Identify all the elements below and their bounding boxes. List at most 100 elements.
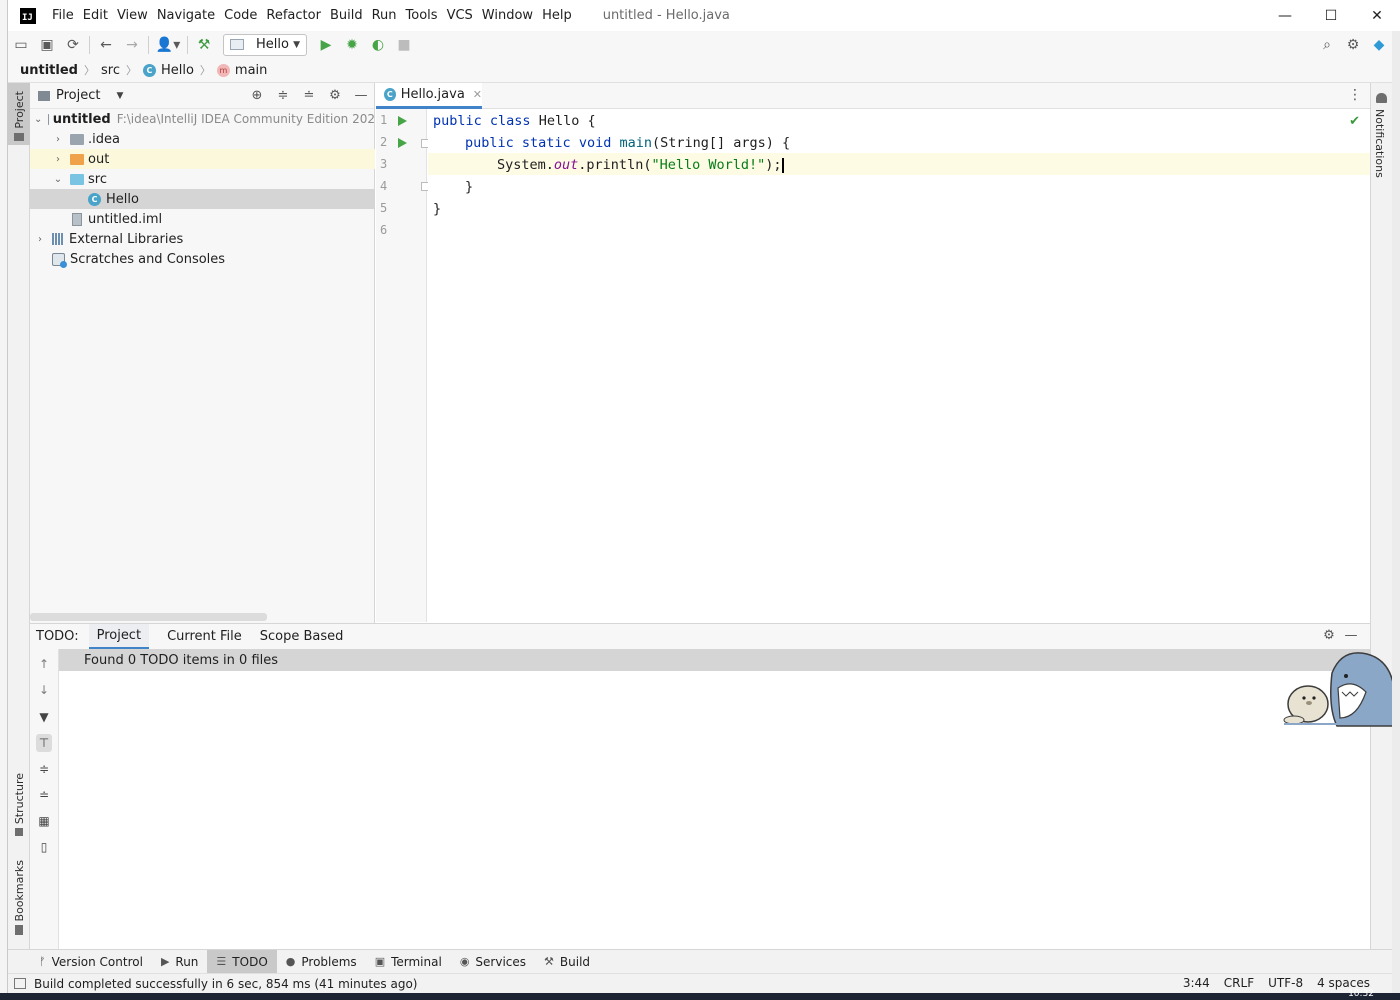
tool-tab-notifications[interactable]: Notifications — [1373, 109, 1386, 178]
layout-toggle-icon[interactable] — [14, 978, 26, 989]
locate-icon[interactable]: ⊕ — [244, 88, 270, 103]
indent-setting[interactable]: 4 spaces — [1317, 976, 1370, 990]
tool-tab-run[interactable]: ▶ Run — [152, 950, 207, 973]
run-gutter-icon[interactable] — [398, 138, 407, 148]
chevron-right-icon[interactable]: › — [34, 234, 46, 245]
expand-all-icon[interactable]: ≑ — [270, 88, 296, 103]
search-icon[interactable]: ⌕ — [1314, 32, 1340, 58]
tree-item-external-libraries[interactable]: › External Libraries — [30, 229, 375, 249]
back-icon[interactable]: ← — [93, 32, 119, 58]
menu-vcs[interactable]: VCS — [447, 8, 473, 23]
tree-item-root[interactable]: ⌄ untitled F:\idea\IntelliJ IDEA Communi… — [30, 109, 375, 129]
todo-tab-current-file[interactable]: Current File — [159, 624, 250, 650]
open-icon[interactable]: ▭ — [8, 32, 34, 58]
breadcrumb-project[interactable]: untitled — [20, 63, 78, 78]
tool-tab-version-control[interactable]: ᚠ Version Control — [30, 950, 152, 973]
menu-build[interactable]: Build — [330, 8, 363, 23]
maximize-button[interactable]: ☐ — [1308, 0, 1354, 31]
expand-all-icon[interactable]: ≑ — [36, 760, 52, 778]
arrow-down-icon[interactable]: ↓ — [36, 681, 52, 699]
chevron-right-icon: 〉 — [199, 64, 211, 77]
tree-item-out[interactable]: › out — [30, 149, 375, 169]
coverage-icon[interactable]: ◐ — [365, 32, 391, 58]
chevron-down-icon[interactable]: ⌄ — [34, 114, 42, 125]
tree-item-scratches[interactable]: Scratches and Consoles — [30, 249, 375, 269]
todo-result-row[interactable]: Found 0 TODO items in 0 files — [59, 649, 1370, 671]
todo-panel-title: TODO: — [36, 629, 79, 644]
menu-refactor[interactable]: Refactor — [266, 8, 321, 23]
tree-item-label: .idea — [88, 131, 120, 147]
intellij-logo-icon[interactable]: IJ — [20, 7, 36, 24]
tree-item-idea[interactable]: › .idea — [30, 129, 375, 149]
tool-tab-terminal[interactable]: ▣ Terminal — [366, 950, 451, 973]
todo-tab-scope-based[interactable]: Scope Based — [252, 624, 352, 650]
hide-icon[interactable]: — — [348, 88, 374, 103]
forward-icon[interactable]: → — [119, 32, 145, 58]
tool-tab-todo[interactable]: ☰ TODO — [207, 950, 277, 973]
menu-help[interactable]: Help — [542, 8, 572, 23]
build-hammer-icon[interactable]: ⚒ — [191, 32, 217, 58]
code-token: .println( — [578, 157, 652, 173]
menu-tools[interactable]: Tools — [406, 8, 438, 23]
menu-code[interactable]: Code — [224, 8, 257, 23]
editor-tab-hello-java[interactable]: C Hello.java ✕ — [376, 83, 482, 109]
sync-icon[interactable]: ⟳ — [60, 32, 86, 58]
project-panel-title[interactable]: Project — [56, 88, 100, 103]
chevron-right-icon[interactable]: › — [52, 154, 64, 165]
collapse-all-icon[interactable]: ≐ — [296, 88, 322, 103]
breadcrumb-folder[interactable]: src — [101, 63, 120, 78]
tree-item-src[interactable]: ⌄ src — [30, 169, 375, 189]
breadcrumb-method[interactable]: m main — [216, 63, 267, 78]
tool-tab-problems[interactable]: ● Problems — [277, 950, 366, 973]
menu-navigate[interactable]: Navigate — [157, 8, 215, 23]
horizontal-scrollbar[interactable] — [30, 613, 267, 621]
tool-tab-build[interactable]: ⚒ Build — [535, 950, 599, 973]
code-editor[interactable]: public class Hello { public static void … — [428, 109, 1370, 622]
settings-icon[interactable]: ⚙ — [1318, 628, 1340, 643]
tool-tab-label: TODO — [232, 954, 268, 969]
debug-icon[interactable]: ✹ — [339, 32, 365, 58]
filter-icon[interactable]: ▼ — [36, 708, 52, 726]
settings-icon[interactable]: ⚙ — [1340, 32, 1366, 58]
chevron-down-icon[interactable]: ▼ — [116, 91, 123, 101]
menu-view[interactable]: View — [117, 8, 148, 23]
minimize-button[interactable]: — — [1262, 0, 1308, 31]
run-config-selector[interactable]: Hello ▼ — [223, 33, 307, 56]
caret-position[interactable]: 3:44 — [1183, 976, 1210, 990]
menu-edit[interactable]: Edit — [83, 8, 108, 23]
user-icon[interactable]: 👤▾ — [152, 32, 184, 58]
menu-window[interactable]: Window — [482, 8, 533, 23]
save-icon[interactable]: ▣ — [34, 32, 60, 58]
settings-icon[interactable]: ⚙ — [322, 88, 348, 103]
run-gutter-icon[interactable] — [398, 116, 407, 126]
close-icon[interactable]: ✕ — [473, 88, 482, 101]
menu-run[interactable]: Run — [372, 8, 397, 23]
preview-icon[interactable]: ⊤ — [36, 734, 52, 752]
close-window-button[interactable]: ✕ — [1354, 0, 1400, 31]
stop-icon[interactable]: ■ — [391, 32, 417, 58]
no-problems-check-icon[interactable]: ✔ — [1349, 114, 1360, 129]
chevron-down-icon[interactable]: ⌄ — [52, 174, 64, 185]
layout-icon[interactable]: ▯ — [36, 838, 52, 856]
chevron-right-icon[interactable]: › — [52, 134, 64, 145]
tool-tab-project[interactable]: Project — [8, 83, 30, 145]
plugin-icon[interactable]: ◆ — [1366, 32, 1392, 58]
todo-tab-project[interactable]: Project — [88, 623, 150, 650]
run-icon[interactable]: ▶ — [313, 32, 339, 58]
group-by-icon[interactable]: ▦ — [36, 812, 52, 830]
breadcrumb-class[interactable]: C Hello — [142, 63, 194, 78]
file-encoding[interactable]: UTF-8 — [1268, 976, 1303, 990]
hide-icon[interactable]: — — [1340, 628, 1362, 643]
tool-tab-structure[interactable]: Structure — [8, 773, 30, 837]
collapse-all-icon[interactable]: ≐ — [36, 786, 52, 804]
tree-item-hello[interactable]: C Hello — [30, 189, 375, 209]
tool-tab-services[interactable]: ◉ Services — [451, 950, 535, 973]
tool-tab-bookmarks[interactable]: Bookmarks — [8, 860, 30, 936]
status-message[interactable]: Build completed successfully in 6 sec, 8… — [34, 977, 417, 991]
more-options-icon[interactable]: ⋮ — [1348, 87, 1362, 103]
menu-file[interactable]: File — [52, 8, 74, 23]
arrow-up-icon[interactable]: ↑ — [36, 655, 52, 673]
tree-item-iml[interactable]: untitled.iml — [30, 209, 375, 229]
line-separator[interactable]: CRLF — [1224, 976, 1254, 990]
bell-icon[interactable] — [1376, 93, 1387, 103]
